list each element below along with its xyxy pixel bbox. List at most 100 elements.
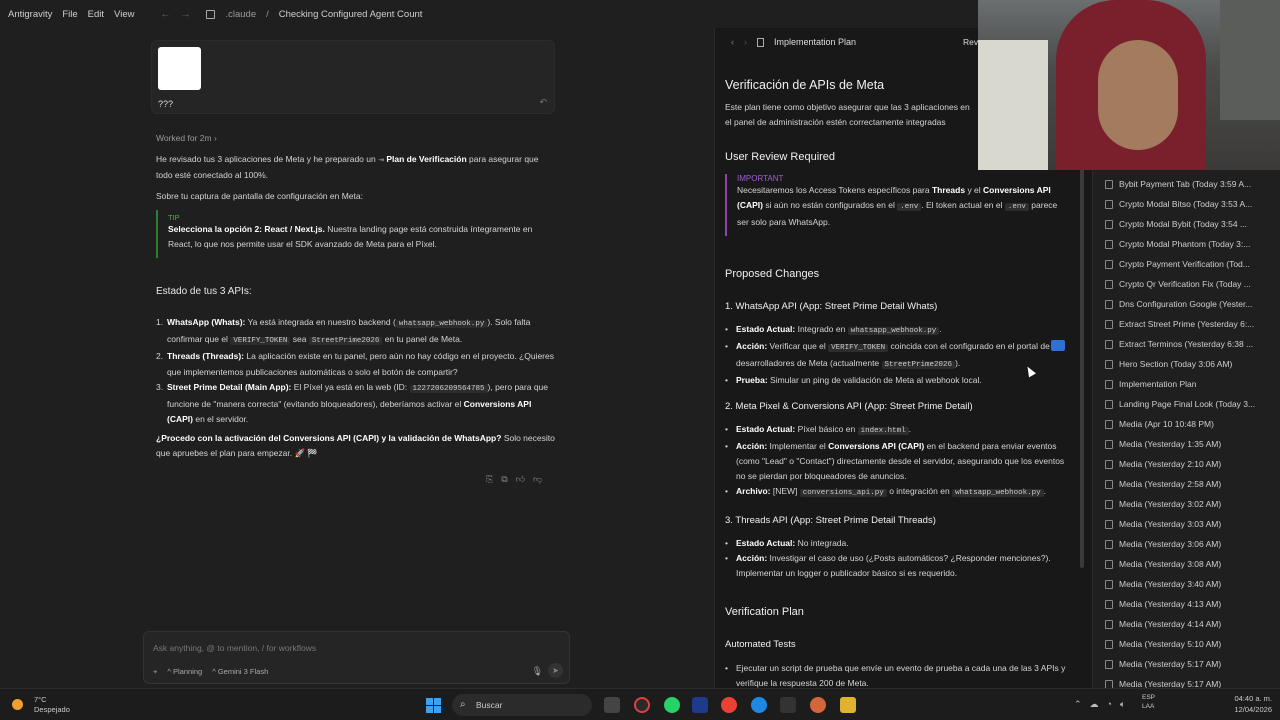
- status-heading: Estado de tus 3 APIs:: [156, 286, 252, 297]
- menu-view[interactable]: View: [114, 9, 134, 20]
- document-icon: [1105, 499, 1113, 509]
- list-item: Ejecutar un script de prueba que envíe u…: [725, 661, 1070, 688]
- sidebar-item[interactable]: Media (Apr 10 10:48 PM): [1093, 414, 1280, 434]
- thumbs-down-icon[interactable]: 👎︎: [533, 474, 542, 485]
- list-item: Estado Actual: No integrada.: [725, 536, 1070, 551]
- model-selector[interactable]: ^ Gemini 3 Flash: [212, 667, 268, 676]
- list-item: Estado Actual: Integrado en whatsapp_web…: [725, 322, 1070, 339]
- important-label: IMPORTANT: [737, 174, 784, 183]
- share-icon[interactable]: ⧉: [501, 474, 507, 485]
- chat-input[interactable]: Ask anything, @ to mention, / for workfl…: [143, 631, 570, 684]
- forward-icon[interactable]: ›: [744, 37, 747, 47]
- language-indicator[interactable]: ESP LAA: [1142, 693, 1155, 711]
- sidebar-item[interactable]: Media (Yesterday 3:08 AM): [1093, 554, 1280, 574]
- attachment-thumbnail[interactable]: [158, 47, 201, 90]
- section-3-list: Estado Actual: No integrada. Acción: Inv…: [725, 536, 1070, 581]
- sidebar-item[interactable]: Hero Section (Today 3:06 AM): [1093, 354, 1280, 374]
- sidebar-item[interactable]: Crypto Modal Bitso (Today 3:53 A...: [1093, 194, 1280, 214]
- tip-label: TIP: [168, 213, 180, 222]
- menu-edit[interactable]: Edit: [88, 9, 104, 20]
- terminal-icon[interactable]: [780, 697, 796, 713]
- claude-icon[interactable]: [810, 697, 826, 713]
- sidebar-item[interactable]: Bybit Payment Tab (Today 3:59 A...: [1093, 174, 1280, 194]
- tip-bold: Selecciona la opción 2: React / Next.js.: [168, 224, 325, 234]
- microphone-icon[interactable]: 🎙︎: [532, 666, 543, 677]
- undo-icon[interactable]: ↶: [539, 97, 547, 108]
- chrome-icon[interactable]: [721, 697, 737, 713]
- document-icon: [1105, 559, 1113, 569]
- sidebar-item[interactable]: Media (Yesterday 4:13 AM): [1093, 594, 1280, 614]
- sidebar-item[interactable]: Media (Yesterday 2:10 AM): [1093, 454, 1280, 474]
- sidebar-item[interactable]: Dns Configuration Google (Yester...: [1093, 294, 1280, 314]
- document-icon: [757, 37, 764, 47]
- sidebar-item-label: Crypto Modal Bitso (Today 3:53 A...: [1119, 199, 1253, 209]
- clock[interactable]: 04:40 a. m. 12/04/2026: [1234, 693, 1272, 715]
- sidebar-item[interactable]: Crypto Qr Verification Fix (Today ...: [1093, 274, 1280, 294]
- sidebar-item-label: Implementation Plan: [1119, 379, 1197, 389]
- comment-icon[interactable]: [1051, 340, 1065, 351]
- intro-paragraph: He revisado tus 3 aplicaciones de Meta y…: [156, 154, 539, 180]
- breadcrumb-title[interactable]: Checking Configured Agent Count: [279, 9, 423, 20]
- volume-icon[interactable]: 🔈︎: [1120, 699, 1125, 710]
- list-item: Acción: Verificar que el VERIFY_TOKEN co…: [725, 339, 1070, 373]
- breadcrumb-folder[interactable]: .claude: [225, 9, 256, 20]
- sidebar-item[interactable]: Media (Yesterday 3:02 AM): [1093, 494, 1280, 514]
- file-explorer-icon[interactable]: [840, 697, 856, 713]
- sidebar-item[interactable]: Media (Yesterday 2:58 AM): [1093, 474, 1280, 494]
- antigravity-icon[interactable]: [692, 697, 708, 713]
- sidebar-item[interactable]: Media (Yesterday 3:03 AM): [1093, 514, 1280, 534]
- document-icon: [1105, 399, 1113, 409]
- sidebar-item[interactable]: Crypto Modal Bybit (Today 3:54 ...: [1093, 214, 1280, 234]
- api-list: 1. WhatsApp (Whats): Ya está integrada en…: [156, 315, 556, 427]
- sidebar-toggle-icon[interactable]: [206, 9, 216, 19]
- app-icon[interactable]: [634, 697, 650, 713]
- webcam-window: [1220, 0, 1280, 120]
- sidebar-item[interactable]: Landing Page Final Look (Today 3...: [1093, 394, 1280, 414]
- add-icon[interactable]: +: [153, 667, 157, 676]
- sidebar-item[interactable]: Media (Yesterday 1:35 AM): [1093, 434, 1280, 454]
- sidebar-item[interactable]: Media (Yesterday 3:06 AM): [1093, 534, 1280, 554]
- mode-selector[interactable]: ^ Planning: [167, 667, 202, 676]
- document-icon: [1105, 219, 1113, 229]
- weather-widget[interactable]: 7°C Despejado: [12, 695, 70, 715]
- taskbar-search[interactable]: ⌕ Buscar: [452, 694, 592, 716]
- sidebar-item[interactable]: Media (Yesterday 5:10 AM): [1093, 634, 1280, 654]
- plan-link[interactable]: Plan de Verificación: [386, 154, 466, 164]
- attachment-card: ??? ↶: [151, 40, 555, 114]
- sidebar-item-label: Media (Yesterday 2:58 AM): [1119, 479, 1222, 489]
- worked-for-label[interactable]: Worked for 2m ›: [156, 133, 217, 143]
- sidebar-item[interactable]: Media (Yesterday 5:17 AM): [1093, 674, 1280, 688]
- tip-callout: TIP Selecciona la opción 2: React / Next…: [156, 210, 556, 258]
- windows-start-icon[interactable]: [426, 698, 441, 713]
- edge-icon[interactable]: [751, 697, 767, 713]
- menubar: Antigravity File Edit View ← → .claude /…: [0, 0, 980, 28]
- task-view-icon[interactable]: [604, 697, 620, 713]
- document-icon: [1105, 619, 1113, 629]
- doc-tab-title[interactable]: Implementation Plan: [774, 37, 856, 47]
- document-icon: [1105, 639, 1113, 649]
- whatsapp-icon[interactable]: [664, 697, 680, 713]
- sidebar-item[interactable]: Extract Street Prime (Yesterday 6:...: [1093, 314, 1280, 334]
- sidebar-item[interactable]: Crypto Payment Verification (Tod...: [1093, 254, 1280, 274]
- forward-arrow-icon[interactable]: →: [180, 9, 190, 20]
- menu-file[interactable]: File: [62, 9, 77, 20]
- cloud-icon[interactable]: ☁: [1090, 699, 1099, 710]
- chevron-up-icon[interactable]: ⌃: [1074, 699, 1082, 710]
- sidebar-item[interactable]: Media (Yesterday 4:14 AM): [1093, 614, 1280, 634]
- sidebar-item[interactable]: Media (Yesterday 3:40 AM): [1093, 574, 1280, 594]
- send-button[interactable]: ➤: [548, 663, 563, 678]
- sidebar-item-label: Crypto Payment Verification (Tod...: [1119, 259, 1250, 269]
- back-icon[interactable]: ‹: [731, 37, 734, 47]
- sidebar-item-label: Media (Yesterday 5:10 AM): [1119, 639, 1222, 649]
- sidebar-item[interactable]: Crypto Modal Phantom (Today 3:...: [1093, 234, 1280, 254]
- scrollbar[interactable]: [1080, 148, 1084, 568]
- wifi-icon[interactable]: ◔: [1107, 699, 1112, 710]
- sidebar-item[interactable]: Media (Yesterday 5:17 AM): [1093, 654, 1280, 674]
- automated-tests-heading: Automated Tests: [725, 639, 796, 650]
- sidebar-item[interactable]: Implementation Plan: [1093, 374, 1280, 394]
- back-arrow-icon[interactable]: ←: [160, 9, 170, 20]
- thumbs-up-icon[interactable]: 👍︎: [516, 474, 525, 485]
- sidebar-item-label: Crypto Qr Verification Fix (Today ...: [1119, 279, 1251, 289]
- sidebar-item[interactable]: Extract Terminos (Yesterday 6:38 ...: [1093, 334, 1280, 354]
- copy-icon[interactable]: ⎘: [486, 474, 493, 485]
